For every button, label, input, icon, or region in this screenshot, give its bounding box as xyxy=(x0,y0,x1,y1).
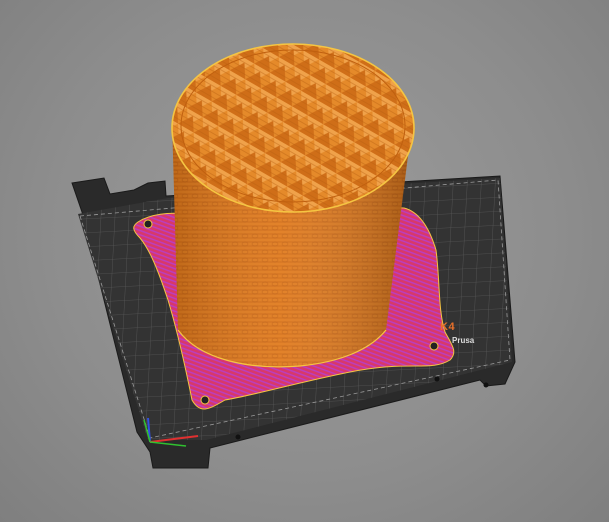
bed-hole xyxy=(483,382,489,388)
bed-hole xyxy=(434,376,440,382)
scene-canvas[interactable] xyxy=(0,0,609,522)
bed-hole xyxy=(235,434,241,440)
brim-hole xyxy=(200,395,210,405)
printed-part-cylinder[interactable] xyxy=(171,43,415,368)
brim-hole xyxy=(143,219,153,229)
cylinder-top xyxy=(172,44,414,212)
brim-hole xyxy=(429,341,439,351)
3d-viewport[interactable]: K4 Prusa xyxy=(0,0,609,522)
